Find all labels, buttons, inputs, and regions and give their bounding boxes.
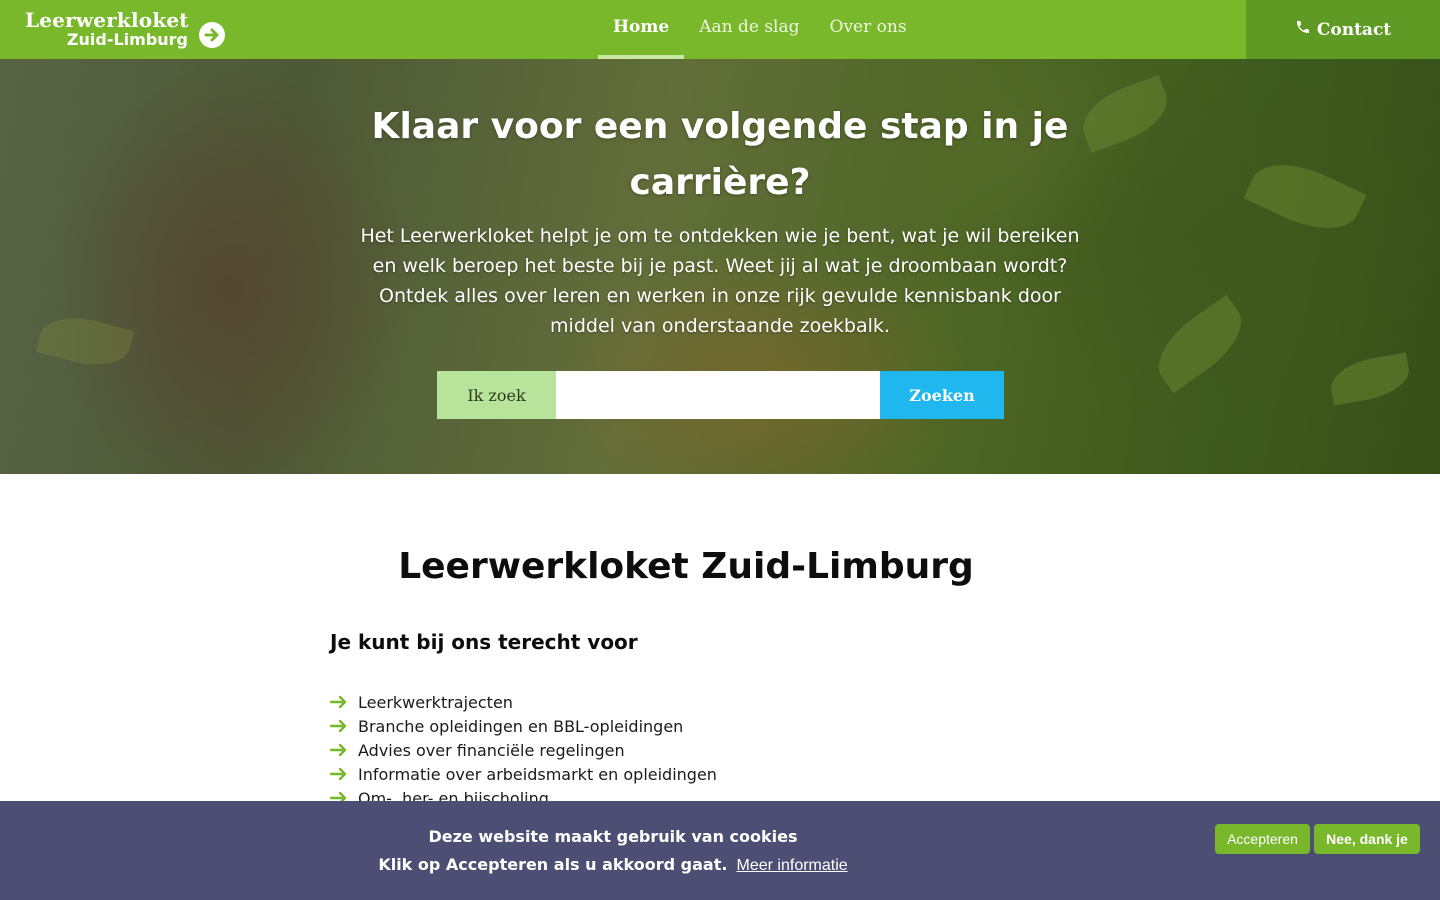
services-list: Leerkwerktrajecten Branche opleidingen e… [330,690,717,810]
cookie-message: Klik op Accepteren als u akkoord gaat. [378,855,728,874]
list-item-label: Branche opleidingen en BBL-opleidingen [358,716,684,736]
main-nav: Home Aan de slag Over ons [598,0,922,59]
list-item: Advies over financiële regelingen [330,738,717,762]
search-label: Ik zoek [437,371,556,419]
arrow-right-icon [330,695,358,709]
hero-text: Het Leerwerkloket helpt je om te ontdekk… [360,225,1080,337]
list-item-label: Informatie over arbeidsmarkt en opleidin… [358,764,717,784]
page-title: Leerwerkloket Zuid-Limburg [398,546,974,587]
arrow-right-icon [330,719,358,733]
more-info-link[interactable]: Meer informatie [737,857,848,874]
hero-banner: Klaar voor een volgende stap in je carri… [0,59,1440,474]
site-header: Leerwerkloket Zuid-Limburg Home Aan de s… [0,0,1440,59]
accept-cookies-button[interactable]: Accepteren [1215,824,1310,854]
cookie-banner: Deze website maakt gebruik van cookies K… [0,801,1440,900]
nav-item-home[interactable]: Home [598,0,685,59]
list-item: Informatie over arbeidsmarkt en opleidin… [330,762,717,786]
list-item: Leerkwerktrajecten [330,690,717,714]
contact-button[interactable]: Contact [1246,0,1440,59]
cookie-message-line: Klik op Accepteren als u akkoord gaat. M… [0,855,1226,875]
logo-subtitle: Zuid-Limburg [66,30,188,49]
list-item: Branche opleidingen en BBL-opleidingen [330,714,717,738]
arrow-right-circle-icon [199,22,225,48]
search-input[interactable] [556,371,880,419]
decline-cookies-button[interactable]: Nee, dank je [1314,824,1420,854]
search-bar: Ik zoek Zoeken [437,371,1004,419]
arrow-right-icon [330,743,358,757]
contact-label: Contact [1316,19,1392,40]
hero-title: Klaar voor een volgende stap in je carri… [371,106,1069,203]
arrow-right-icon [330,767,358,781]
logo-title: Leerwerkloket [25,8,189,32]
nav-item-over-ons[interactable]: Over ons [815,0,922,59]
site-logo[interactable]: Leerwerkloket Zuid-Limburg [25,8,230,54]
search-button[interactable]: Zoeken [880,371,1004,419]
nav-item-aan-de-slag[interactable]: Aan de slag [684,0,814,59]
list-item-label: Advies over financiële regelingen [358,740,625,760]
section-heading: Je kunt bij ons terecht voor [330,630,638,654]
phone-icon [1295,19,1311,40]
list-item-label: Leerkwerktrajecten [358,692,513,712]
cookie-title: Deze website maakt gebruik van cookies [428,827,798,846]
